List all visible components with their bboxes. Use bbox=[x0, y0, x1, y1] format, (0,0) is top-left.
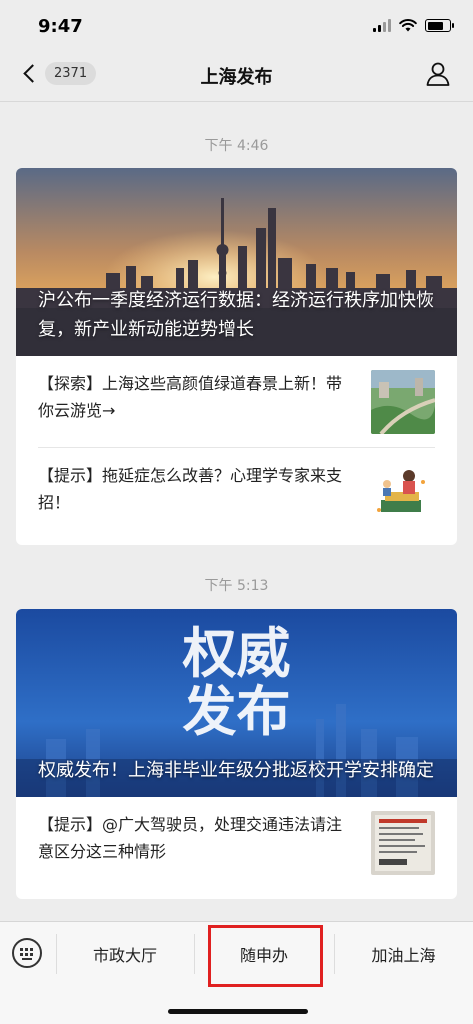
person-icon[interactable] bbox=[425, 61, 451, 87]
list-item[interactable]: 【探索】上海这些高颜值绿道春景上新！带你云游览→ bbox=[38, 356, 435, 448]
hero-article-title: 权威发布！上海非毕业年级分批返校开学安排确定 bbox=[38, 760, 434, 781]
article-title: 【提示】@广大驾驶员，处理交通违法请注意区分这三种情形 bbox=[38, 815, 343, 861]
hero-article[interactable]: 沪公布一季度经济运行数据：经济运行秩序加快恢复，新产业新动能逆势增长 bbox=[16, 168, 457, 356]
keyboard-icon[interactable] bbox=[12, 938, 42, 968]
nav-bar: 2371 上海发布 bbox=[0, 48, 473, 102]
cellular-signal-icon bbox=[373, 19, 391, 32]
traffic-document-photo-thumbnail bbox=[371, 811, 435, 875]
greenway-photo-thumbnail bbox=[371, 370, 435, 434]
highlight-box bbox=[208, 925, 323, 987]
procrastination-illustration-thumbnail bbox=[371, 462, 435, 526]
hero-article[interactable]: 权威 发布 权威发布！上海非毕业年级分批返校开学安排确定 bbox=[16, 609, 457, 797]
status-time: 9:47 bbox=[38, 16, 83, 37]
article-card: 沪公布一季度经济运行数据：经济运行秩序加快恢复，新产业新动能逆势增长 【探索】上… bbox=[16, 168, 457, 545]
menu-item-jiayou-shanghai[interactable]: 加油上海 bbox=[334, 922, 473, 986]
hero-overlay-text: 权威 发布 bbox=[182, 622, 291, 743]
article-title: 【探索】上海这些高颜值绿道春景上新！带你云游览→ bbox=[38, 374, 343, 420]
list-item[interactable]: 【提示】@广大驾驶员，处理交通违法请注意区分这三种情形 bbox=[38, 797, 435, 889]
message-timestamp: 下午 4:46 bbox=[204, 138, 269, 154]
message-timestamp: 下午 5:13 bbox=[204, 578, 269, 594]
article-card: 权威 发布 权威发布！上海非毕业年级分批返校开学安排确定 【提示】@广大驾驶员，… bbox=[16, 609, 457, 899]
home-indicator bbox=[168, 1009, 308, 1014]
list-item[interactable]: 【提示】拖延症怎么改善？心理学专家来支招！ bbox=[38, 448, 435, 540]
battery-icon bbox=[425, 19, 454, 32]
wifi-icon bbox=[399, 19, 417, 32]
article-title: 【提示】拖延症怎么改善？心理学专家来支招！ bbox=[38, 466, 343, 512]
page-title: 上海发布 bbox=[200, 67, 273, 88]
hero-article-title: 沪公布一季度经济运行数据：经济运行秩序加快恢复，新产业新动能逆势增长 bbox=[38, 290, 434, 340]
menu-item-municipal-hall[interactable]: 市政大厅 bbox=[56, 922, 194, 986]
status-bar: 9:47 bbox=[0, 0, 473, 48]
status-icons bbox=[373, 19, 454, 32]
